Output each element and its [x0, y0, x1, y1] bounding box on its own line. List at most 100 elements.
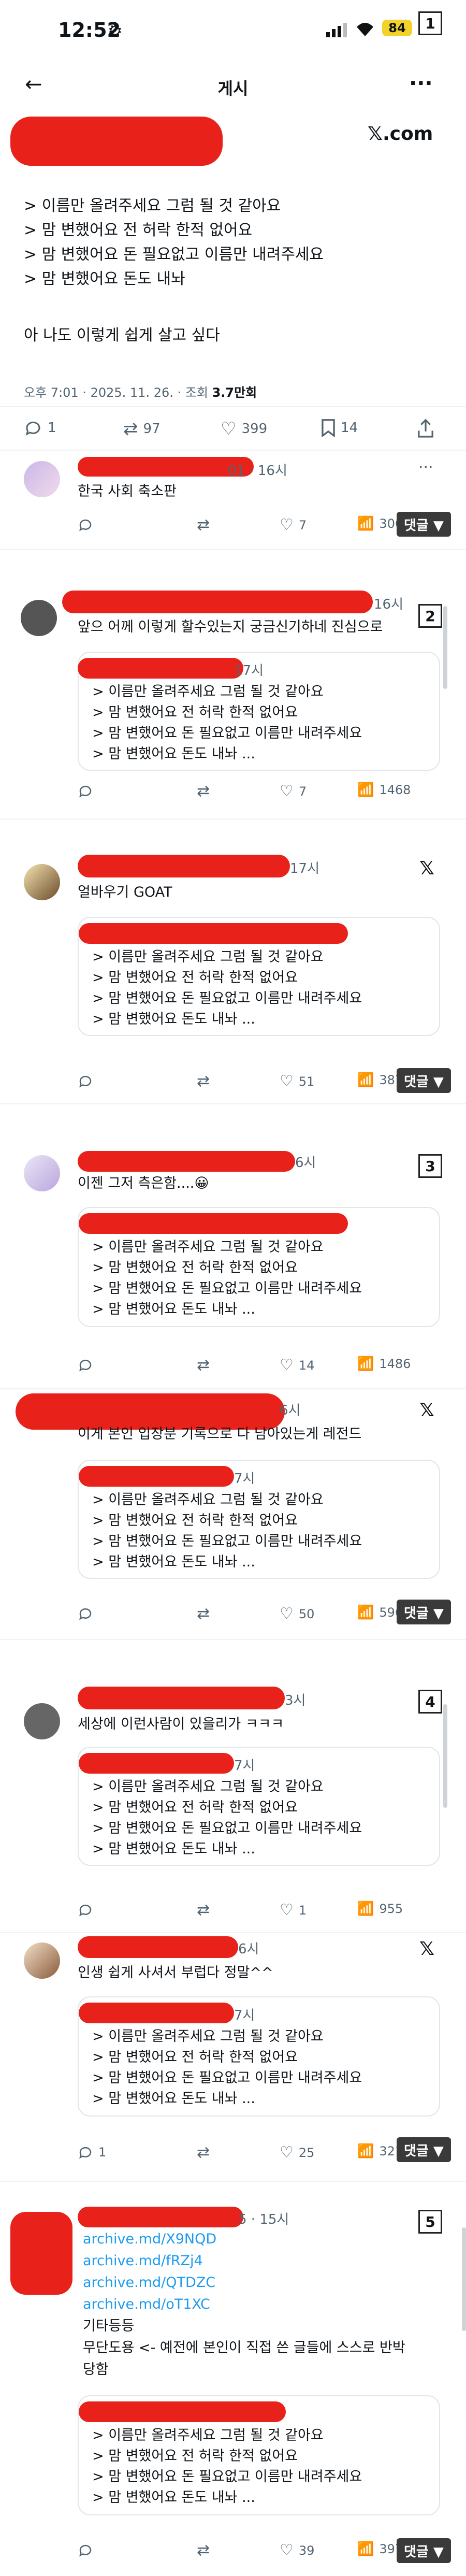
reply-time: 16시: [374, 597, 404, 612]
reply-icon: [25, 421, 40, 436]
avatar[interactable]: [24, 461, 60, 497]
reply-time: 17시: [290, 861, 320, 876]
retweet-count: 97: [143, 421, 161, 437]
quoted-post[interactable]: 7시 > 이름만 올려주세요 그럼 될 것 같아요 > 맘 변했어요 전 허락 …: [78, 1996, 440, 2117]
views-stat: 📶 1486: [357, 1356, 411, 1372]
reply-action[interactable]: [78, 517, 93, 533]
like-count: 7: [298, 517, 307, 533]
reply-text: 얼바우기 GOAT: [78, 884, 172, 900]
retweet-icon: ⇄: [123, 419, 138, 439]
retweet-action[interactable]: ⇄: [197, 782, 210, 800]
views-stat: 📶 955: [357, 1901, 403, 1917]
reply-action[interactable]: [78, 1606, 93, 1621]
archive-link-2[interactable]: archive.md/fRZj4: [83, 2251, 203, 2271]
archive-link-1[interactable]: archive.md/X9NQD: [83, 2229, 216, 2249]
quoted-post[interactable]: > 이름만 올려주세요 그럼 될 것 같아요 > 맘 변했어요 전 허락 한적 …: [78, 917, 440, 1036]
reply-toggle-button[interactable]: 댓글 ▼: [397, 1600, 451, 1624]
reply-action[interactable]: [78, 783, 93, 799]
like-action[interactable]: ♡ 51: [280, 1072, 314, 1090]
like-action[interactable]: ♡ 25: [280, 2143, 314, 2162]
page-number-badge: 5: [418, 2210, 442, 2234]
quoted-post[interactable]: > 이름만 올려주세요 그럼 될 것 같아요 > 맘 변했어요 전 허락 한적 …: [78, 1207, 440, 1327]
like-action[interactable]: ♡ 50: [280, 1605, 314, 1623]
post-line-3: > 맘 변했어요 돈 필요없고 이름만 내려주세요: [24, 246, 324, 264]
retweet-action[interactable]: ⇄: [197, 1901, 210, 1919]
retweet-action[interactable]: ⇄: [197, 1072, 210, 1090]
scrollbar[interactable]: [443, 1704, 447, 1808]
like-action[interactable]: ♡ 7: [280, 782, 307, 800]
quote-line-4: > 맘 변했어요 돈도 내놔 ...: [92, 2489, 255, 2506]
reply-icon: [79, 519, 92, 531]
heart-icon: ♡: [280, 1605, 294, 1623]
quote-line-3: > 맘 변했어요 돈 필요없고 이름만 내려주세요: [92, 725, 362, 741]
like-action[interactable]: ♡ 1: [280, 1901, 307, 1919]
reply-action[interactable]: [78, 1902, 93, 1918]
archive-link-3[interactable]: archive.md/QTDZC: [83, 2273, 215, 2293]
retweet-icon: ⇄: [197, 782, 210, 800]
reply-action[interactable]: [78, 1357, 93, 1373]
reply-action[interactable]: [78, 2542, 93, 2558]
avatar[interactable]: [24, 864, 60, 900]
x-logo-icon: 𝕏: [419, 1938, 435, 1960]
reply-action[interactable]: [78, 1073, 93, 1089]
like-action[interactable]: ♡ 7: [280, 516, 307, 534]
reply-toggle-button[interactable]: 댓글 ▼: [397, 2137, 451, 2162]
divider: [0, 818, 466, 819]
more-icon[interactable]: ···: [418, 458, 433, 477]
quote-line-4: > 맘 변했어요 돈도 내놔 ...: [92, 1841, 255, 1857]
reply-action[interactable]: 1: [24, 419, 56, 437]
heart-icon: ♡: [280, 2541, 294, 2559]
avatar[interactable]: [21, 600, 57, 636]
share-icon[interactable]: [416, 419, 435, 438]
signal-icon: [326, 23, 347, 37]
bookmark-action[interactable]: 14: [321, 419, 358, 437]
quoted-post[interactable]: 7시 > 이름만 올려주세요 그럼 될 것 같아요 > 맘 변했어요 전 허락 …: [78, 1460, 440, 1579]
reply-time: 6시: [280, 1403, 301, 1418]
more-icon[interactable]: ···: [409, 71, 433, 95]
reply-time: 01 · 16시: [228, 463, 287, 479]
reply-toggle-button[interactable]: 댓글 ▼: [397, 2538, 451, 2563]
quote-time: 7시: [234, 2008, 255, 2023]
redacted-username: [78, 2207, 243, 2227]
view-count: 955: [379, 1902, 403, 1916]
bookmark-icon: [322, 419, 335, 437]
reply-toggle-button[interactable]: 댓글 ▼: [397, 512, 451, 537]
reply-text: 앞으 어께 이렇게 할수있는지 궁금신기하네 진심으로: [78, 619, 383, 635]
scrollbar[interactable]: [462, 2227, 466, 2331]
page-number-badge: 4: [418, 1690, 442, 1714]
reply-action[interactable]: 1: [78, 2145, 106, 2160]
reply-toggle-button[interactable]: 댓글 ▼: [397, 1068, 451, 1093]
reply-text: 한국 사회 축소판: [78, 483, 177, 499]
like-action[interactable]: ♡ 14: [280, 1356, 314, 1374]
reply-time: 5 · 15시: [238, 2212, 289, 2227]
quoted-post[interactable]: 17시 > 이름만 올려주세요 그럼 될 것 같아요 > 맘 변했어요 전 허락…: [78, 652, 440, 771]
like-action[interactable]: ♡ 39: [280, 2541, 314, 2559]
retweet-action[interactable]: ⇄ 97: [123, 419, 161, 439]
avatar[interactable]: [24, 1703, 60, 1739]
heart-icon: ♡: [280, 1901, 294, 1919]
redacted-username: [79, 2003, 234, 2023]
retweet-action[interactable]: ⇄: [197, 2541, 210, 2559]
quote-line-2: > 맘 변했어요 전 허락 한적 없어요: [92, 1260, 298, 1276]
quoted-post[interactable]: 7시 > 이름만 올려주세요 그럼 될 것 같아요 > 맘 변했어요 전 허락 …: [78, 1747, 440, 1866]
divider: [0, 450, 466, 451]
quote-line-1: > 이름만 올려주세요 그럼 될 것 같아요: [92, 1779, 324, 1795]
page-number-badge: 2: [418, 604, 442, 628]
redacted-username: [79, 1753, 234, 1774]
avatar[interactable]: [24, 1942, 60, 1979]
quote-line-2: > 맘 변했어요 전 허락 한적 없어요: [92, 2448, 298, 2464]
retweet-action[interactable]: ⇄: [197, 1605, 210, 1623]
retweet-action[interactable]: ⇄: [197, 1356, 210, 1374]
quote-line-3: > 맘 변했어요 돈 필요없고 이름만 내려주세요: [92, 1820, 362, 1836]
avatar[interactable]: [24, 1155, 60, 1191]
like-count: 399: [241, 421, 268, 437]
retweet-action[interactable]: ⇄: [197, 2143, 210, 2162]
scrollbar[interactable]: [443, 606, 447, 689]
retweet-action[interactable]: ⇄: [197, 516, 210, 534]
quoted-post[interactable]: > 이름만 올려주세요 그럼 될 것 같아요 > 맘 변했어요 전 허락 한적 …: [78, 2395, 440, 2515]
post-line-4: > 맘 변했어요 돈도 내놔: [24, 270, 185, 288]
archive-link-4[interactable]: archive.md/oT1XC: [83, 2295, 210, 2314]
quote-line-1: > 이름만 올려주세요 그럼 될 것 같아요: [92, 1492, 324, 1508]
reply-time: 3시: [285, 1693, 306, 1708]
like-action[interactable]: ♡ 399: [221, 419, 267, 439]
